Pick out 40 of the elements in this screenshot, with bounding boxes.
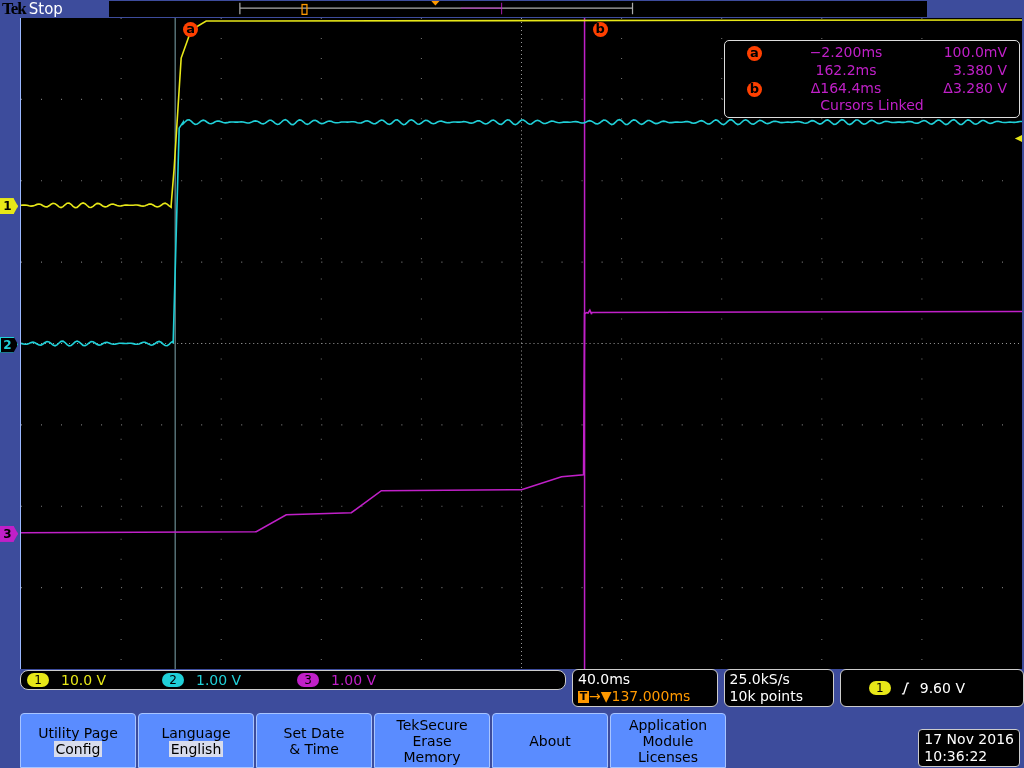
trigger-position-badge: T bbox=[578, 690, 590, 703]
channel-badge[interactable]: 2 bbox=[162, 673, 184, 687]
trigger-position: →▼137.000ms bbox=[589, 688, 691, 705]
channel-marker[interactable]: 3 bbox=[0, 525, 18, 542]
cursors-linked-text: Cursors Linked bbox=[819, 97, 925, 115]
date-text: 17 Nov 2016 bbox=[924, 731, 1014, 748]
menu-button[interactable]: Language English bbox=[138, 713, 254, 768]
record-length: 10k points bbox=[729, 688, 804, 705]
cursor-label: a bbox=[183, 22, 199, 37]
timebase-scale: 40.0ms bbox=[578, 671, 632, 688]
channel-marker[interactable]: 2 bbox=[0, 336, 18, 353]
menu-button[interactable]: Application Module Licenses bbox=[610, 713, 726, 768]
cursor-label: b bbox=[747, 81, 762, 97]
trigger-level-icon bbox=[1013, 134, 1022, 143]
menu-button[interactable]: TekSecure Erase Memory bbox=[374, 713, 490, 768]
trigger-source-badge: 1 bbox=[868, 681, 891, 695]
cursor-label: a bbox=[747, 45, 762, 61]
trigger-level: 9.60 V bbox=[919, 679, 965, 697]
time-text: 10:36:22 bbox=[924, 748, 989, 765]
cursor-time: Δ164.4ms bbox=[809, 80, 883, 96]
cursor-line[interactable] bbox=[583, 18, 586, 669]
channel-scale: 1.00 V bbox=[331, 672, 377, 688]
cursor-value: 100.0mV bbox=[942, 44, 1008, 60]
brand-label: Tek bbox=[2, 0, 26, 19]
channel-scale: 1.00 V bbox=[196, 672, 242, 688]
cursor-time: −2.200ms bbox=[808, 44, 884, 60]
channel-marker[interactable]: 1 bbox=[0, 198, 18, 215]
channel-scale: 10.0 V bbox=[61, 672, 107, 688]
acquisition-state: Stop bbox=[28, 0, 64, 18]
cursor-label: b bbox=[592, 22, 608, 37]
sample-rate: 25.0kS/s bbox=[729, 671, 791, 688]
menu-button[interactable]: About bbox=[492, 713, 608, 768]
cursor-value: Δ3.280 V bbox=[942, 80, 1008, 96]
channel-badge[interactable]: 3 bbox=[297, 673, 319, 687]
cursor-time: 162.2ms bbox=[814, 62, 878, 78]
cursor-value: 3.380 V bbox=[951, 62, 1008, 78]
channel-badge[interactable]: 1 bbox=[27, 673, 49, 687]
menu-button[interactable]: Set Date & Time bbox=[256, 713, 372, 768]
rising-edge-icon bbox=[900, 681, 910, 695]
menu-button[interactable]: Utility Page Config bbox=[20, 713, 136, 768]
